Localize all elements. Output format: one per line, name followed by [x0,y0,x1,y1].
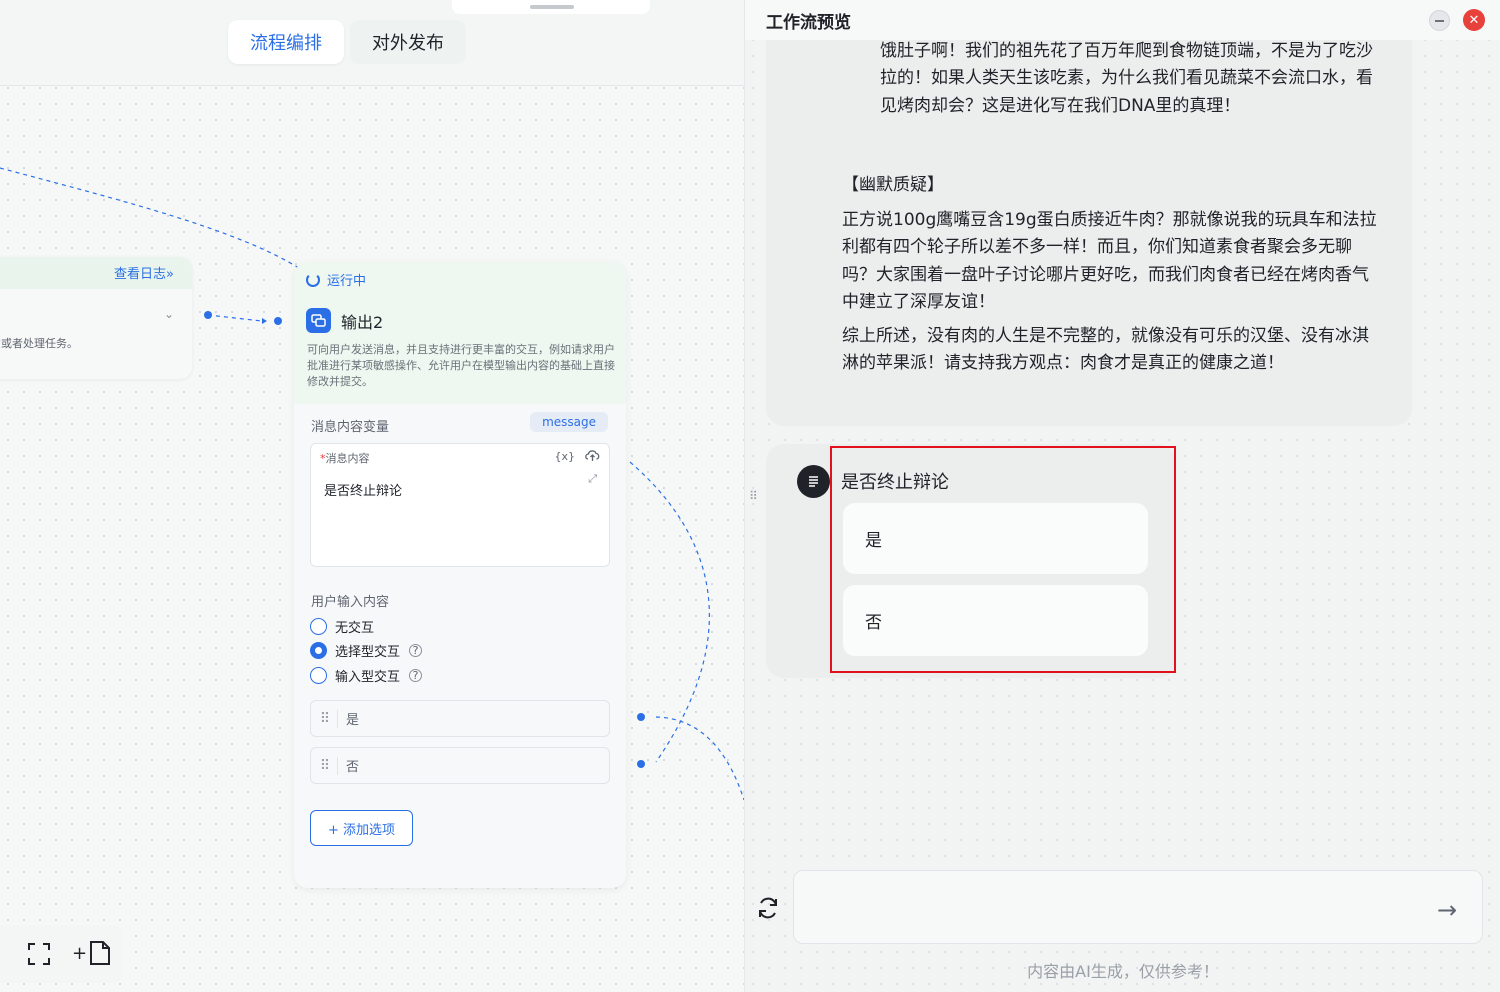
send-arrow-icon[interactable]: → [1437,896,1457,924]
minimize-button[interactable] [1429,10,1450,31]
node-title-row: 输出2 [306,308,383,333]
radio-button-checked[interactable] [310,642,327,659]
message-content-editor[interactable]: *消息内容 {x} ⤢ 是否终止辩论 [310,443,610,567]
spinner-icon [306,272,320,287]
ai-disclaimer: 内容由AI生成，仅供参考！ [1027,962,1219,981]
running-status: 运行中 [306,270,366,289]
choice-message: 是否终止辩论 是 否 [766,444,1176,678]
fullscreen-icon[interactable] [27,942,51,970]
radio-button[interactable] [310,667,327,684]
running-status-label: 运行中 [327,274,367,289]
port-option-yes [637,713,645,721]
preview-title: 工作流预览 [766,13,851,33]
edge-prev-to-output [207,314,263,322]
message-variable-label: 消息内容变量 [311,420,390,435]
chevron-down-icon[interactable]: ⌄ [164,307,174,321]
refresh-icon[interactable] [756,896,780,924]
drag-grip-icon[interactable]: ⠿ [311,711,337,727]
choice-option-no[interactable]: 否 [843,585,1148,656]
radio-input-interaction[interactable]: 输入型交互 ? [310,666,423,685]
option-field-no[interactable]: ⠿ 否 [310,747,610,784]
add-option-button[interactable]: + 添加选项 [310,810,413,846]
bot-avatar [797,465,830,498]
upload-cloud-icon[interactable] [584,447,601,466]
port-option-no [637,760,645,768]
drag-grip-icon[interactable]: ⠿ [311,758,337,774]
edge-arrow [262,318,267,324]
message-paragraph: 综上所述，没有肉的人生是不完整的，就像没有可乐的汉堡、没有冰淇淋的苹果派！请支持… [842,326,1369,374]
output-node-header: 运行中 输出2 可向用户发送消息，并且支持进行更丰富的交互，例如请求用户批准进行… [294,262,626,404]
message-content-label: *消息内容 [320,450,370,466]
message-section-title: 【幽默质疑】 [842,175,944,195]
message-variable-tag: message [530,412,608,432]
canvas-tools: + [0,925,122,983]
radio-no-interaction[interactable]: 无交互 [310,617,374,636]
expand-icon[interactable]: ⤢ [588,472,597,486]
option-field-yes[interactable]: ⠿ 是 [310,700,610,737]
assistant-message: 饿肚子啊！我们的祖先花了百万年爬到食物链顶端，不是为了吃沙拉的！如果人类天生该吃… [766,0,1412,426]
workflow-canvas[interactable]: 流程编排 对外发布 查看日志» ⌄ 意或者处理任务。 运行中 [0,0,744,992]
node-description: 可向用户发送消息，并且支持进行更丰富的交互，例如请求用户批准进行某项敏感操作、允… [307,343,615,388]
variable-insert-icon[interactable]: {x} [554,450,575,463]
radio-button[interactable] [310,618,327,635]
output-node[interactable]: 运行中 输出2 可向用户发送消息，并且支持进行更丰富的交互，例如请求用户批准进行… [294,262,626,888]
edge-incoming [0,167,303,271]
message-paragraph: 饿肚子啊！我们的祖先花了百万年爬到食物链顶端，不是为了吃沙拉的！如果人类天生该吃… [880,41,1373,116]
port-prev-out [204,311,212,319]
preview-header: 工作流预览 ✕ [745,0,1500,40]
option-text[interactable]: 是 [346,709,359,728]
help-icon[interactable]: ? [409,644,423,657]
message-content-label-text: 消息内容 [325,452,370,465]
close-button[interactable]: ✕ [1463,9,1485,31]
workflow-preview-panel: 饿肚子啊！我们的祖先花了百万年爬到食物链顶端，不是为了吃沙拉的！如果人类天生该吃… [744,0,1500,992]
radio-label: 无交互 [335,621,375,636]
output-node-icon [306,308,331,333]
radio-label: 选择型交互 [335,645,401,660]
port-output-in [274,317,282,325]
chat-input[interactable] [793,870,1483,944]
message-paragraph: 正方说100g鹰嘴豆含19g蛋白质接近牛肉？那就像说我的玩具车和法拉利都有四个轮… [842,210,1377,313]
previous-node[interactable]: 查看日志» ⌄ 意或者处理任务。 [0,257,192,379]
radio-choice-interaction[interactable]: 选择型交互 ? [310,641,423,660]
option-text[interactable]: 否 [346,756,359,775]
edge-option-yes [655,716,744,801]
choice-question: 是否终止辩论 [841,472,949,493]
radio-label: 输入型交互 [335,670,401,685]
choice-option-yes[interactable]: 是 [843,503,1148,574]
previous-node-header: 查看日志» [0,257,192,289]
user-input-label: 用户输入内容 [311,595,390,610]
node-title[interactable]: 输出2 [341,309,383,333]
help-icon[interactable]: ? [409,669,423,682]
resize-grip-icon[interactable]: ⠿ [749,490,758,502]
previous-node-desc: 意或者处理任务。 [0,337,78,350]
message-content-text[interactable]: 是否终止辩论 [324,480,402,499]
add-note-icon[interactable]: + [72,940,111,966]
view-log-link[interactable]: 查看日志» [114,263,174,282]
